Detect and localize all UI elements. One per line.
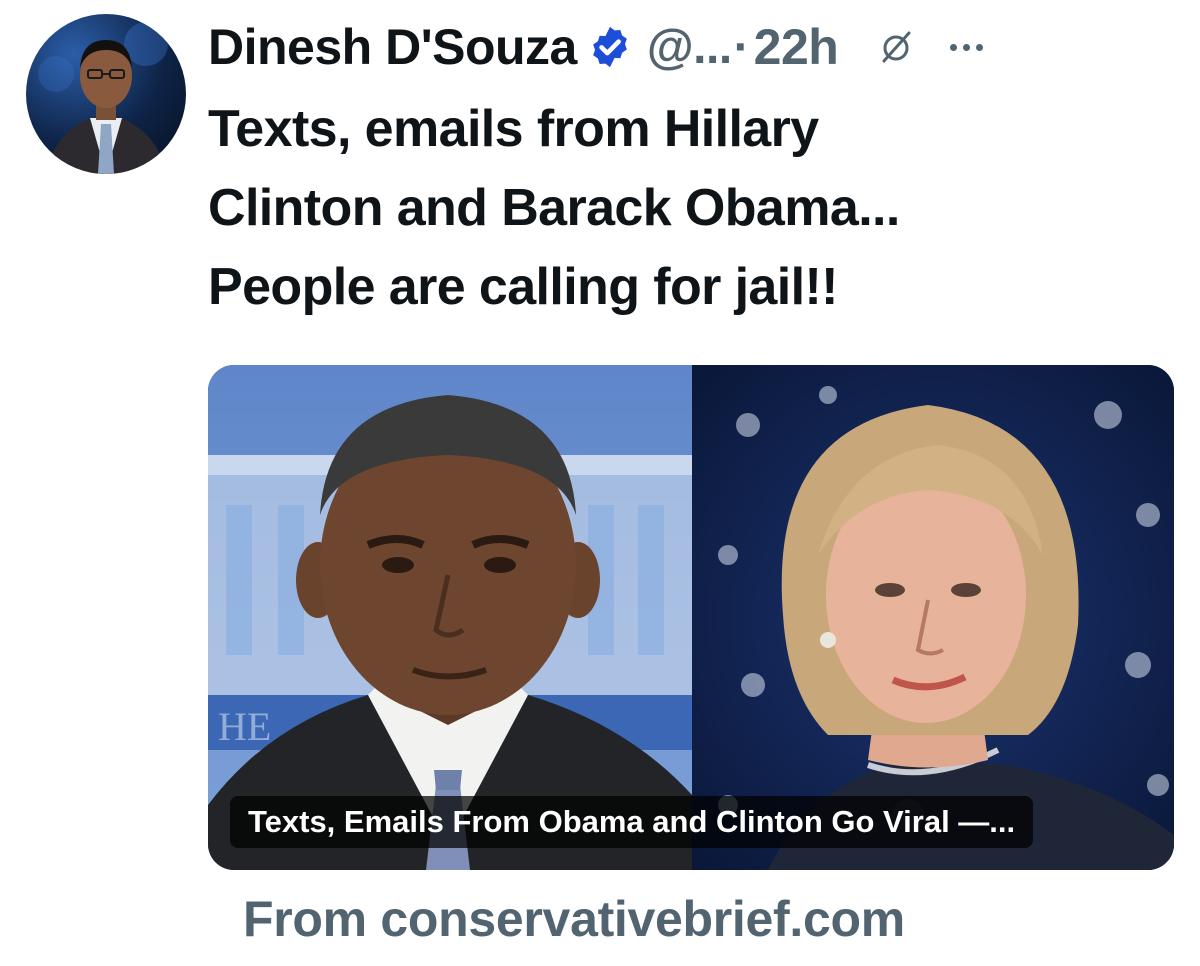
more-options-icon[interactable] [950, 27, 984, 67]
tweet-text-line: Texts, emails from Hillary [208, 100, 819, 158]
tweet-timestamp[interactable]: 22h [754, 18, 839, 76]
verified-badge-icon[interactable] [587, 24, 633, 70]
card-source-link[interactable]: From conservativebrief.com [243, 884, 905, 954]
author-handle[interactable]: @... [647, 20, 732, 75]
author-avatar[interactable] [26, 14, 186, 174]
svg-text:HE: HE [218, 704, 271, 749]
tweet-text-line: Clinton and Barack Obama... [208, 179, 900, 237]
header-separator: · [733, 20, 750, 74]
right-photo [692, 365, 1174, 870]
link-card[interactable]: HE Texts, Emails From Obama and Clinton … [208, 365, 1174, 870]
left-photo: HE [208, 365, 692, 870]
tweet-text-line: People are calling for jail!! [208, 258, 838, 316]
author-name[interactable]: Dinesh D'Souza [208, 18, 577, 76]
tweet[interactable]: Dinesh D'Souza @... · 22h Texts, emails … [0, 0, 1200, 966]
grok-icon[interactable] [876, 27, 916, 67]
tweet-text: Texts, emails from Hillary Clinton and B… [208, 90, 1168, 327]
tweet-header: Dinesh D'Souza @... · 22h [208, 14, 1188, 80]
card-caption[interactable]: Texts, Emails From Obama and Clinton Go … [230, 796, 1034, 848]
